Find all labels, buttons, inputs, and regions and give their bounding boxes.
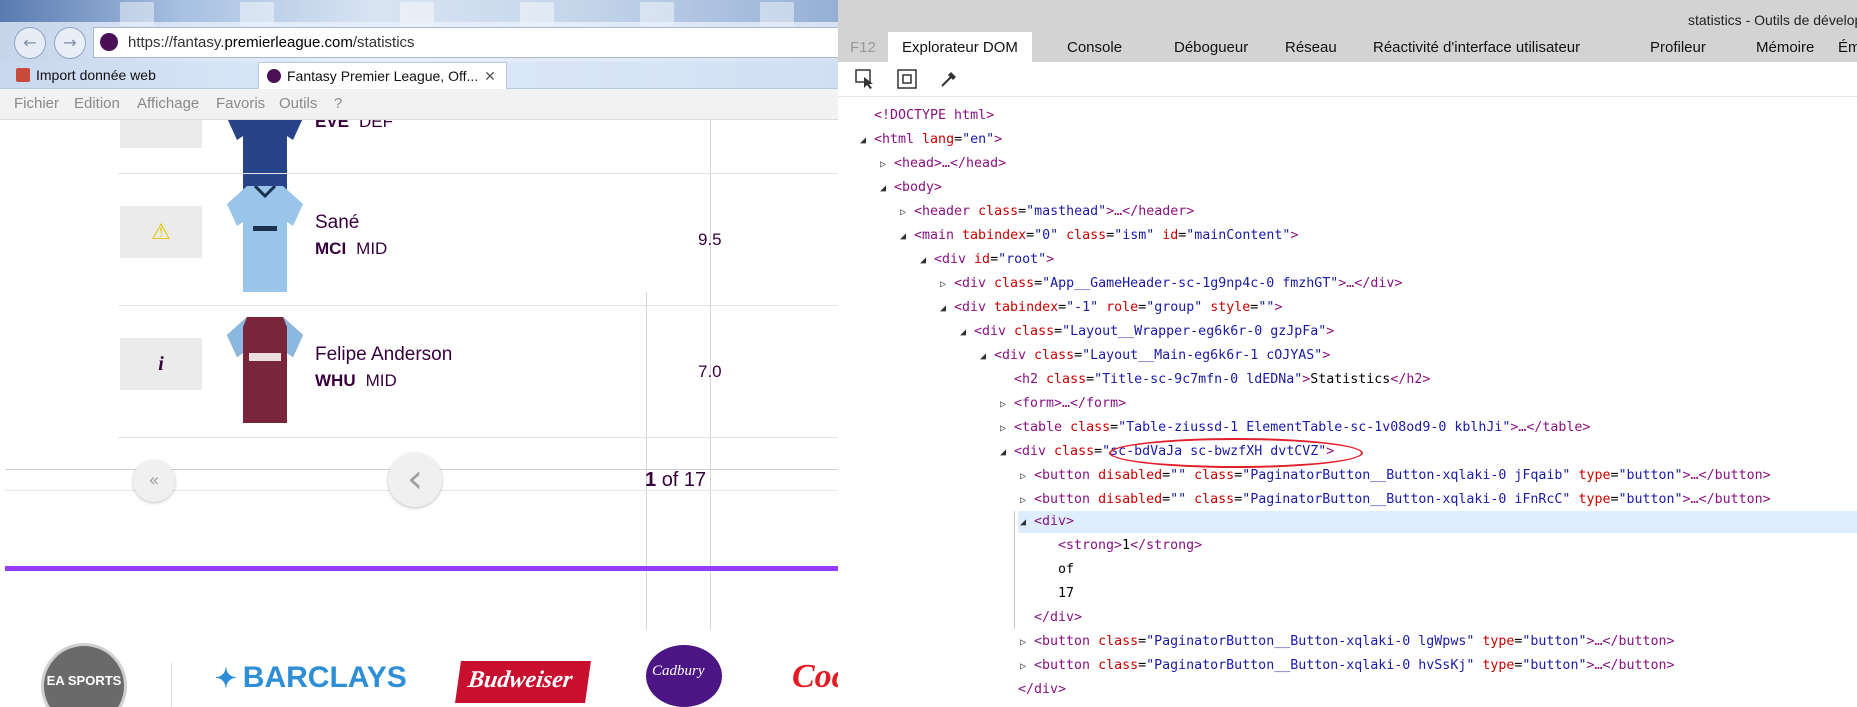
dom-node-body[interactable]: ◢ <body>: [880, 177, 942, 199]
selected-node-highlight: [1018, 511, 1857, 533]
dom-node-layout-wrapper[interactable]: ◢ <div class="Layout__Wrapper-eg6k6r-0 gz…: [960, 321, 1334, 343]
prev-page-button[interactable]: ‹: [388, 453, 442, 507]
dom-node-header[interactable]: ▷ <header class="masthead">…</header>: [900, 201, 1194, 223]
menu-edition[interactable]: Edition: [74, 95, 120, 112]
devtools-tab-bar: F12 Explorateur DOM Console Débogueur Ré…: [838, 32, 1857, 62]
tab-memoire[interactable]: Mémoire: [1756, 32, 1814, 62]
browser-window: ← → https://fantasy.premierleague.com/st…: [0, 0, 838, 707]
menu-help[interactable]: ?: [334, 95, 342, 112]
address-bar-row: ← → https://fantasy.premierleague.com/st…: [0, 22, 838, 62]
f12-label: F12: [850, 39, 876, 56]
player-name[interactable]: Sané: [315, 212, 359, 234]
budweiser-logo[interactable]: Budweiser: [455, 661, 591, 703]
page-indicator: 1 of 17: [645, 469, 707, 491]
dom-node-main[interactable]: ◢ <main tabindex="0" class="ism" id="main…: [900, 225, 1298, 247]
tab-profileur[interactable]: Profileur: [1650, 32, 1706, 62]
address-input[interactable]: https://fantasy.premierleague.com/statis…: [93, 27, 838, 58]
menu-bar: Fichier Edition Affichage Favoris Outils…: [0, 89, 838, 120]
dom-node-html[interactable]: ◢ <html lang="en">: [860, 129, 1002, 151]
highlight-box-icon[interactable]: [896, 68, 918, 90]
player-team: MCI MID: [315, 239, 388, 258]
url-text: https://fantasy.premierleague.com/statis…: [128, 34, 415, 51]
first-page-button[interactable]: «: [133, 460, 175, 502]
premier-league-logo-icon: [100, 33, 118, 51]
coca-cola-logo[interactable]: Coca: [792, 658, 838, 696]
player-warning-button[interactable]: ⚠: [120, 206, 202, 258]
whu-shirt-icon: [227, 317, 303, 423]
dom-node-button-last[interactable]: ▷ <button class="PaginatorButton__Button-…: [1020, 655, 1675, 677]
dom-node-group[interactable]: ◢ <div tabindex="-1" role="group" style="…: [940, 297, 1282, 319]
footer-accent-bar: [5, 566, 838, 571]
tab-reactivite[interactable]: Réactivité d'interface utilisateur: [1373, 32, 1580, 62]
dom-text-of[interactable]: of: [1058, 559, 1074, 581]
dom-node-form[interactable]: ▷ <form>…</form>: [1000, 393, 1126, 415]
mci-shirt-icon: [227, 186, 303, 292]
cadbury-logo[interactable]: Cadbury: [646, 645, 722, 707]
dom-text-17[interactable]: 17: [1058, 583, 1074, 605]
tab-debogueur[interactable]: Débogueur: [1174, 32, 1248, 62]
dom-node-gameheader[interactable]: ▷ <div class="App__GameHeader-sc-1g9np4c-…: [940, 273, 1402, 295]
eagle-icon: ✦: [215, 663, 237, 693]
player-team: WHU MID: [315, 371, 397, 390]
tab-fantasy-premier-league[interactable]: Fantasy Premier League, Off... ✕: [258, 62, 507, 89]
menu-outils[interactable]: Outils: [279, 95, 317, 112]
devtools-title-bar: statistics - Outils de dévelop: [838, 0, 1857, 32]
select-element-icon[interactable]: [854, 68, 876, 90]
dom-node-head[interactable]: ▷ <head>…</head>: [880, 153, 1006, 175]
info-icon: i: [158, 352, 164, 375]
tab-emulation[interactable]: Ému: [1838, 32, 1857, 62]
dom-node-layout-main[interactable]: ◢ <div class="Layout__Main-eg6k6r-1 cOJYA…: [980, 345, 1330, 367]
devtools-toolbar: [838, 62, 1857, 97]
tab-bar: Import donnée web Fantasy Premier League…: [0, 62, 838, 89]
player-team: EVE DEF: [315, 120, 394, 131]
premier-league-favicon-icon: [267, 69, 281, 83]
ea-sports-logo[interactable]: EA SPORTS: [41, 643, 127, 707]
player-info-button[interactable]: [120, 120, 202, 148]
devtools-title: statistics - Outils de dévelop: [1688, 12, 1857, 28]
dom-node-button-prev[interactable]: ▷ <button disabled="" class="PaginatorBut…: [1020, 489, 1771, 511]
menu-affichage[interactable]: Affichage: [137, 95, 199, 112]
player-value: 7.0: [698, 362, 722, 381]
devtools-panel: statistics - Outils de dévelop F12 Explo…: [838, 0, 1857, 707]
tab-console[interactable]: Console: [1067, 32, 1122, 62]
player-value: 9.5: [698, 230, 722, 249]
tab-reseau[interactable]: Réseau: [1285, 32, 1337, 62]
statistics-page: EVE DEF ⚠ Sané MCI MID 9.5 i Felipe Anders…: [5, 120, 838, 707]
dom-tree: <!DOCTYPE html> ◢ <html lang="en"> ▷ <head…: [838, 100, 1857, 707]
dom-node-button-next[interactable]: ▷ <button class="PaginatorButton__Button-…: [1020, 631, 1675, 653]
color-picker-icon[interactable]: [938, 68, 960, 90]
dom-node-root[interactable]: ◢ <div id="root">: [920, 249, 1054, 271]
page-favicon-icon: [16, 68, 30, 82]
forward-button[interactable]: →: [54, 27, 86, 59]
menu-favoris[interactable]: Favoris: [216, 95, 265, 112]
back-button[interactable]: ←: [14, 27, 46, 59]
dom-node-paginator-close[interactable]: </div>: [1018, 679, 1066, 701]
tab-explorateur-dom[interactable]: Explorateur DOM: [888, 32, 1032, 62]
dom-node-div-close[interactable]: </div>: [1034, 607, 1082, 629]
dom-node-strong[interactable]: <strong>1</strong>: [1058, 535, 1202, 557]
close-tab-icon[interactable]: ✕: [484, 68, 496, 84]
tab-import-donnee-web[interactable]: Import donnée web: [8, 62, 258, 88]
red-annotation-circle: [1109, 438, 1363, 468]
dom-node-table[interactable]: ▷ <table class="Table-ziussd-1 ElementTab…: [1000, 417, 1590, 439]
warning-icon: ⚠: [151, 219, 171, 245]
menu-fichier[interactable]: Fichier: [14, 95, 59, 112]
barclays-logo[interactable]: ✦ BARCLAYS: [215, 661, 407, 695]
player-info-button[interactable]: i: [120, 338, 202, 390]
dom-node-page-div[interactable]: ◢ <div>: [1020, 511, 1074, 533]
player-name[interactable]: Felipe Anderson: [315, 344, 452, 366]
dom-node-button-first[interactable]: ▷ <button disabled="" class="PaginatorBut…: [1020, 465, 1771, 487]
dom-node-h2[interactable]: <h2 class="Title-sc-9c7mfn-0 ldEDNa">Sta…: [1014, 369, 1430, 391]
dom-node-doctype[interactable]: <!DOCTYPE html>: [874, 105, 994, 127]
